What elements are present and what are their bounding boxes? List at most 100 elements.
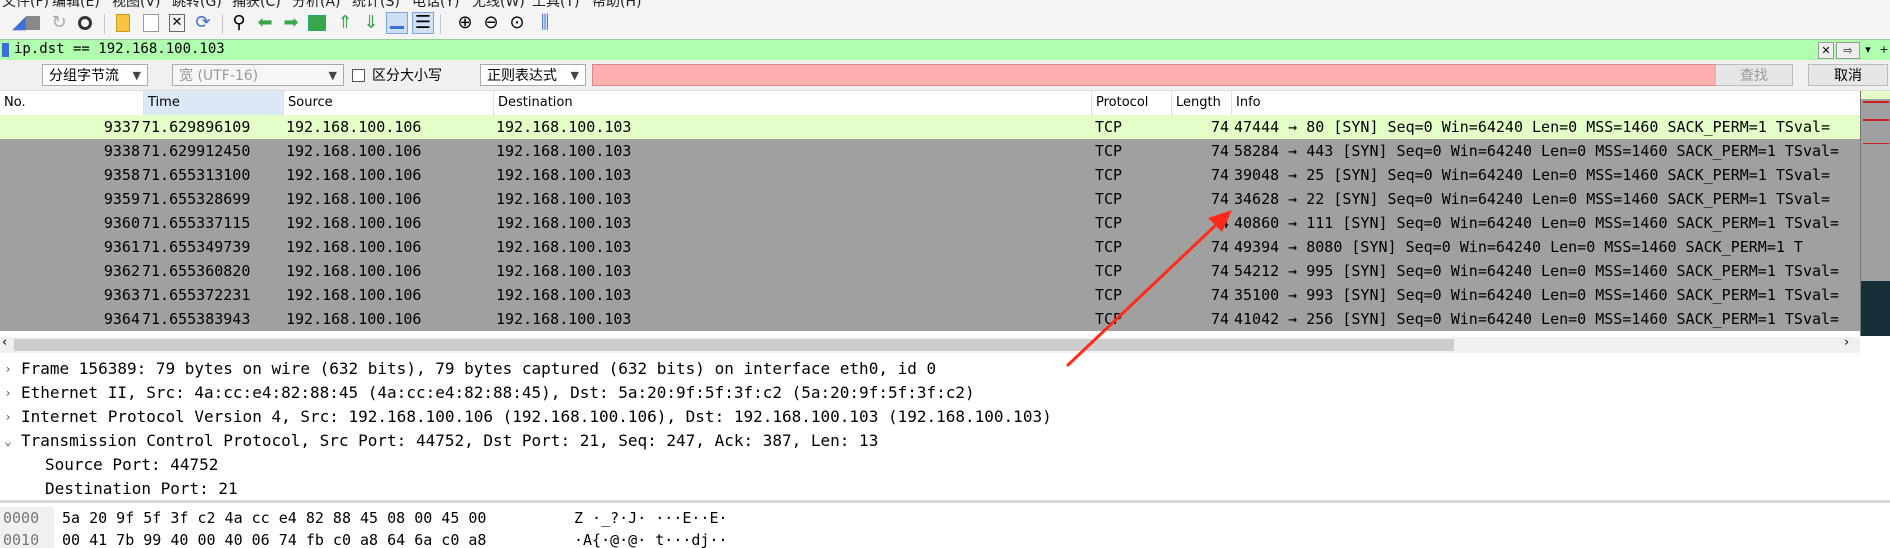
chevron-down-icon: ▼ xyxy=(570,69,579,82)
column-source[interactable]: Source xyxy=(284,91,494,115)
cell-dst: 192.168.100.103 xyxy=(496,286,632,304)
packet-details-pane[interactable]: › Frame 156389: 79 bytes on wire (632 bit… xyxy=(0,355,1890,497)
clear-filter-icon[interactable]: ✕ xyxy=(1818,42,1834,59)
filter-history-icon[interactable]: ▾ xyxy=(1862,42,1874,57)
cell-dst: 192.168.100.103 xyxy=(496,262,632,280)
packet-row[interactable]: 9358 71.655313100 192.168.100.106 192.168.1… xyxy=(0,163,1860,187)
menu-item[interactable]: 分析(A) xyxy=(292,0,341,8)
packet-row[interactable]: 9360 71.655337115 192.168.100.106 192.168.1… xyxy=(0,211,1860,235)
cancel-button[interactable]: 取消 xyxy=(1808,64,1888,86)
go-last-icon[interactable]: ⇓ xyxy=(360,12,382,34)
cell-info: 58284 → 443 [SYN] Seq=0 Win=64240 Len=0 … xyxy=(1234,142,1840,160)
packet-list[interactable]: No. Time Source Destination Protocol Len… xyxy=(0,91,1860,336)
cell-time: 71.629912450 xyxy=(142,142,251,160)
menu-item[interactable]: 捕获(C) xyxy=(232,0,281,8)
detail-tree-item[interactable]: › Frame 156389: 79 bytes on wire (632 bit… xyxy=(0,357,1890,381)
packet-list-header: No. Time Source Destination Protocol Len… xyxy=(0,91,1860,116)
stop-capture-icon[interactable] xyxy=(22,12,44,34)
detail-tree-item[interactable]: › Ethernet II, Src: 4a:cc:e4:82:88:45 (4a… xyxy=(0,381,1890,405)
zoom-normal-icon[interactable]: ⊙ xyxy=(506,12,528,34)
reload-icon[interactable]: ⟳ xyxy=(192,12,214,34)
find-packet-icon[interactable]: ⚲ xyxy=(228,12,250,34)
cell-info: 49394 → 8080 [SYN] Seq=0 Win=64240 Len=0… xyxy=(1234,238,1803,256)
menu-item[interactable]: 跳转(G) xyxy=(172,0,222,8)
menu-item[interactable]: 无线(W) xyxy=(472,0,525,8)
cell-src: 192.168.100.106 xyxy=(286,286,422,304)
add-filter-button-icon[interactable]: + xyxy=(1878,42,1890,57)
restart-capture-icon[interactable]: ↻ xyxy=(48,12,70,34)
menu-item[interactable]: 编辑(E) xyxy=(52,0,100,8)
save-file-icon[interactable] xyxy=(140,12,162,34)
packet-list-horizontal-scrollbar[interactable]: ‹ › xyxy=(0,335,1860,353)
bytes-row[interactable]: 0010 00 41 7b 99 40 00 40 06 74 fb c0 a8 … xyxy=(0,529,1890,548)
scroll-right-icon[interactable]: › xyxy=(1844,335,1849,350)
apply-filter-icon[interactable]: ⇨ xyxy=(1836,42,1860,59)
open-file-icon[interactable] xyxy=(112,12,134,34)
go-first-icon[interactable]: ⇑ xyxy=(334,12,356,34)
expand-icon[interactable]: › xyxy=(2,381,14,405)
detail-text: Transmission Control Protocol, Src Port:… xyxy=(21,431,879,450)
scroll-left-icon[interactable]: ‹ xyxy=(2,335,7,350)
packet-row[interactable]: 9363 71.655372231 192.168.100.106 192.168.1… xyxy=(0,283,1860,307)
capture-options-icon[interactable] xyxy=(74,12,96,34)
search-type-select[interactable]: 正则表达式 ▼ xyxy=(480,64,586,86)
detail-field[interactable]: Source Port: 44752 xyxy=(0,453,1890,477)
menu-item[interactable]: 文件(F) xyxy=(2,0,49,8)
column-length[interactable]: Length xyxy=(1172,91,1232,115)
packet-row[interactable]: 9359 71.655328699 192.168.100.106 192.168.1… xyxy=(0,187,1860,211)
expand-icon[interactable]: › xyxy=(2,357,14,381)
packet-row[interactable]: 9337 71.629896109 192.168.100.106 192.168.1… xyxy=(0,115,1860,139)
menu-item[interactable]: 工具(T) xyxy=(532,0,579,8)
column-info[interactable]: Info xyxy=(1232,91,1860,115)
cell-proto: TCP xyxy=(1095,214,1123,232)
zoom-out-icon[interactable]: ⊖ xyxy=(480,12,502,34)
collapse-icon[interactable]: ⌄ xyxy=(2,429,14,453)
bytes-row[interactable]: 0000 5a 20 9f 5f 3f c2 4a cc e4 82 88 45 … xyxy=(0,507,1890,529)
display-filter-input[interactable]: ip.dst == 192.168.100.103 xyxy=(14,41,225,57)
cell-no: 9364 xyxy=(103,310,140,328)
close-file-icon[interactable]: ✕ xyxy=(166,12,188,34)
expand-icon[interactable]: › xyxy=(2,405,14,429)
colorize-icon[interactable]: ☰ xyxy=(412,12,434,34)
find-button[interactable]: 查找 xyxy=(1715,64,1793,86)
go-to-packet-icon[interactable] xyxy=(306,12,328,34)
menu-item[interactable]: 统计(S) xyxy=(352,0,400,8)
detail-tree-item[interactable]: › Internet Protocol Version 4, Src: 192.1… xyxy=(0,405,1890,429)
menu-item[interactable]: 电话(Y) xyxy=(412,0,459,8)
cell-dst: 192.168.100.103 xyxy=(496,238,632,256)
column-time[interactable]: Time xyxy=(144,91,284,115)
bytes-hex: 00 41 7b 99 40 00 40 06 74 fb c0 a8 64 6… xyxy=(62,531,487,548)
search-in-select[interactable]: 分组字节流 ▼ xyxy=(42,64,148,86)
column-no[interactable]: No. xyxy=(0,91,144,115)
packet-minimap[interactable] xyxy=(1860,91,1890,336)
go-back-icon[interactable]: ⬅ xyxy=(254,12,276,34)
packet-row[interactable]: 9338 71.629912450 192.168.100.106 192.168.1… xyxy=(0,139,1860,163)
cell-proto: TCP xyxy=(1095,238,1123,256)
column-destination[interactable]: Destination xyxy=(494,91,1092,115)
zoom-in-icon[interactable]: ⊕ xyxy=(454,12,476,34)
packet-row[interactable]: 9361 71.655349739 192.168.100.106 192.168.1… xyxy=(0,235,1860,259)
cell-src: 192.168.100.106 xyxy=(286,190,422,208)
detail-tree-item[interactable]: ⌄ Transmission Control Protocol, Src Port… xyxy=(0,429,1890,453)
cell-len: 74 xyxy=(1210,286,1229,304)
packet-row[interactable]: 9364 71.655383943 192.168.100.106 192.168.1… xyxy=(0,307,1860,331)
packet-bytes-pane[interactable]: 0000 5a 20 9f 5f 3f c2 4a cc e4 82 88 45 … xyxy=(0,500,1890,548)
bytes-ascii: Z ·_?·J· ···E··E· xyxy=(574,509,728,527)
cell-src: 192.168.100.106 xyxy=(286,214,422,232)
display-filter-bar[interactable]: ip.dst == 192.168.100.103 ✕ ⇨ ▾ + xyxy=(0,39,1890,61)
scrollbar-thumb[interactable] xyxy=(14,339,1454,351)
search-input[interactable]: ⊘ xyxy=(592,64,1742,86)
resize-columns-icon[interactable]: ⫼ xyxy=(534,12,556,34)
autoscroll-icon[interactable] xyxy=(386,12,408,34)
menu-item[interactable]: 视图(V) xyxy=(112,0,161,8)
detail-field[interactable]: Destination Port: 21 xyxy=(0,477,1890,497)
charset-select[interactable]: 宽 (UTF-16) ▼ xyxy=(172,64,344,86)
cell-info: 54212 → 995 [SYN] Seq=0 Win=64240 Len=0 … xyxy=(1234,262,1840,280)
packet-row[interactable]: 9362 71.655360820 192.168.100.106 192.168.1… xyxy=(0,259,1860,283)
go-forward-icon[interactable]: ➡ xyxy=(280,12,302,34)
filter-bookmark-icon[interactable] xyxy=(2,43,9,57)
bytes-hex: 5a 20 9f 5f 3f c2 4a cc e4 82 88 45 08 0… xyxy=(62,509,487,527)
menu-item[interactable]: 帮助(H) xyxy=(592,0,641,8)
case-sensitive-checkbox[interactable] xyxy=(352,69,365,82)
column-protocol[interactable]: Protocol xyxy=(1092,91,1172,115)
